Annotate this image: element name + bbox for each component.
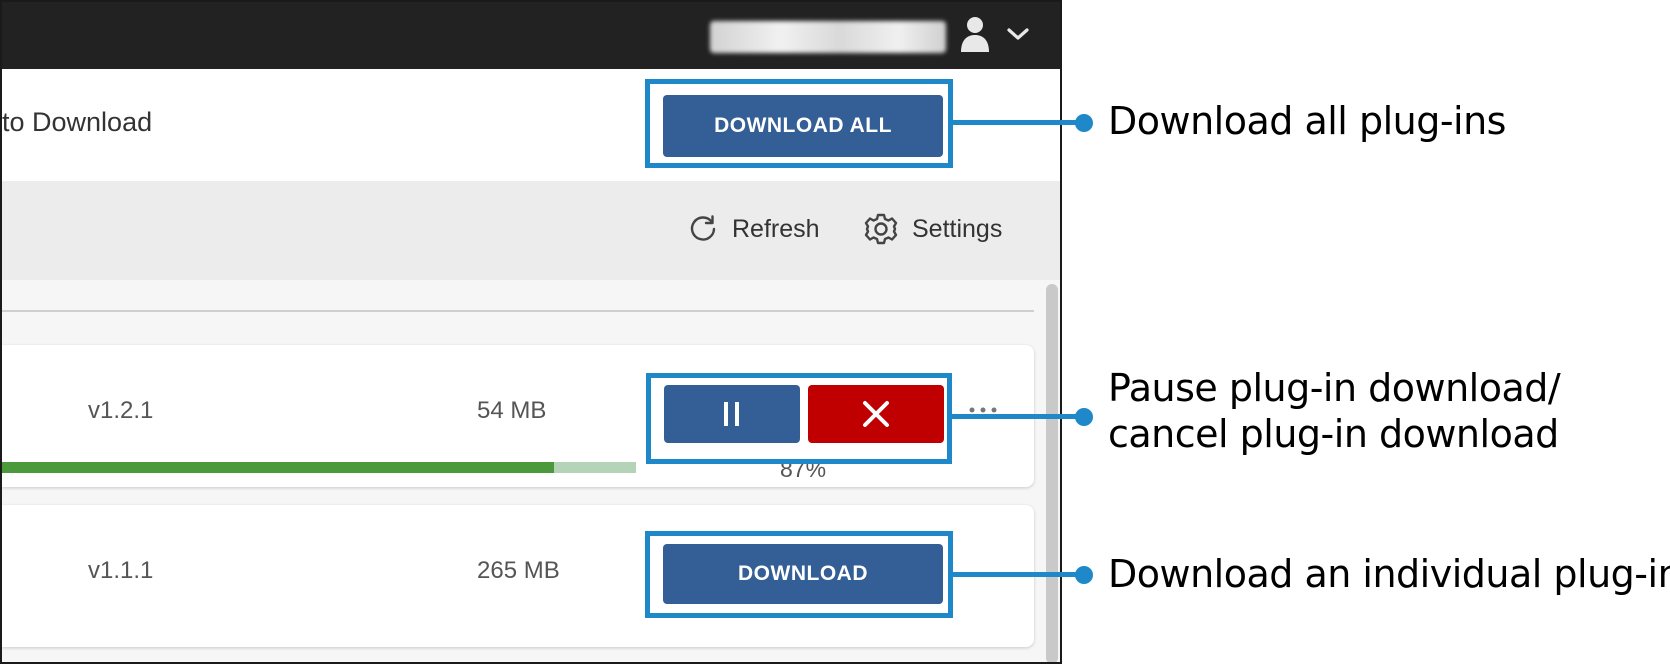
download-progress-bar <box>2 462 636 473</box>
callout-leader-dot <box>1075 566 1093 584</box>
plugin-size: 54 MB <box>477 397 547 424</box>
highlight-download-individual <box>645 531 953 618</box>
settings-label: Settings <box>912 214 1003 243</box>
callout-leader-dot <box>1075 408 1093 426</box>
gear-icon <box>864 213 898 245</box>
toolbar: Refresh Settings <box>2 181 1060 280</box>
callout-leader-line <box>953 572 1083 577</box>
user-icon[interactable] <box>960 16 990 52</box>
callout-cancel-line: cancel plug-in download <box>1108 412 1559 456</box>
plugin-size: 265 MB <box>477 557 560 584</box>
callout-leader-dot <box>1075 114 1093 132</box>
callout-pause-cancel: Pause plug-in download/ cancel plug-in d… <box>1108 365 1561 457</box>
user-email-redacted <box>710 21 946 53</box>
highlight-pause-cancel <box>646 373 952 464</box>
highlight-download-all <box>645 79 953 168</box>
callout-pause-line: Pause plug-in download/ <box>1108 366 1561 410</box>
top-bar <box>2 2 1060 69</box>
plugin-version: v1.2.1 <box>88 397 154 424</box>
list-divider <box>2 310 1034 312</box>
refresh-icon <box>690 215 716 241</box>
scrollbar[interactable] <box>1046 284 1058 662</box>
refresh-label: Refresh <box>732 214 820 243</box>
chevron-down-icon[interactable] <box>1006 26 1030 42</box>
plugin-version: v1.1.1 <box>88 557 154 584</box>
callout-download-individual: Download an individual plug-in <box>1108 552 1670 596</box>
settings-button[interactable]: Settings <box>864 207 1002 251</box>
callout-leader-line <box>952 414 1083 419</box>
page-title: to Download <box>2 107 153 137</box>
callout-leader-line <box>953 120 1083 125</box>
more-icon[interactable] <box>968 407 998 413</box>
download-progress-fill <box>2 462 554 473</box>
refresh-button[interactable]: Refresh <box>688 207 820 251</box>
callout-download-all: Download all plug-ins <box>1108 99 1506 143</box>
